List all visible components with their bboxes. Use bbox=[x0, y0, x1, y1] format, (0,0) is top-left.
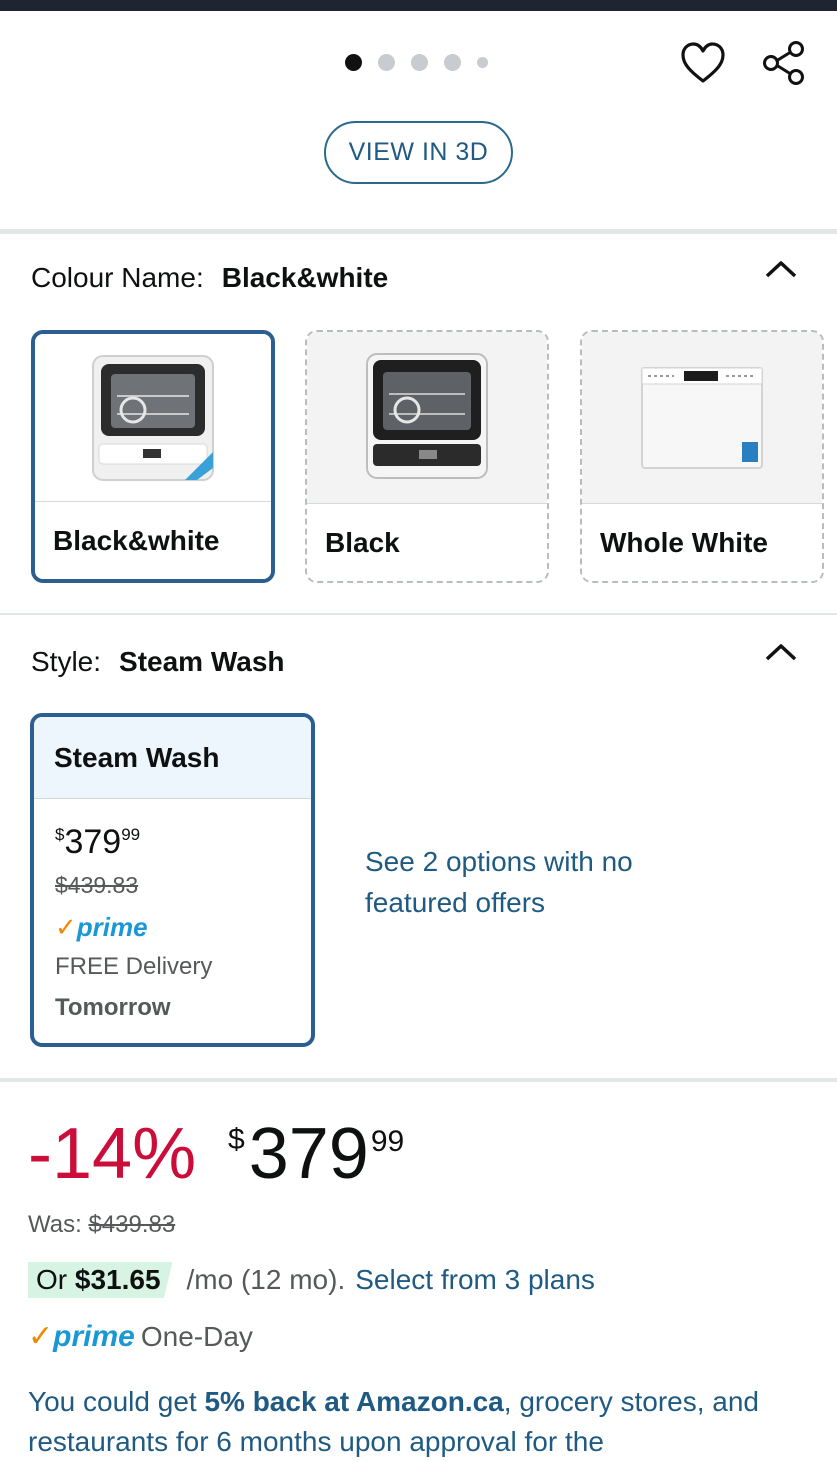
dishwasher-image bbox=[307, 332, 547, 504]
see-more-options-link[interactable]: See 2 options with no featured offers bbox=[365, 841, 665, 923]
was-price: Was: $439.83 bbox=[28, 1211, 175, 1239]
installment-prefix: Or bbox=[36, 1264, 68, 1295]
prime-word: prime bbox=[53, 1319, 135, 1353]
style-label: Style: bbox=[31, 646, 102, 677]
price-whole: 379 bbox=[64, 823, 122, 861]
installment-term: /mo (12 mo). bbox=[186, 1264, 346, 1295]
price-cents: 99 bbox=[370, 1125, 405, 1158]
price-whole: 379 bbox=[248, 1114, 369, 1194]
carousel-dot[interactable] bbox=[378, 54, 395, 71]
status-bar bbox=[0, 0, 837, 11]
section-divider bbox=[0, 229, 837, 234]
installment-amount: $31.65 bbox=[74, 1264, 161, 1295]
colour-selected-value: Black&white bbox=[221, 262, 389, 293]
carousel-dot[interactable] bbox=[477, 57, 488, 68]
style-selected-value: Steam Wash bbox=[119, 646, 285, 677]
swatch-label: Black&white bbox=[35, 501, 271, 579]
colour-swatch-whole-white[interactable]: Whole White bbox=[580, 330, 824, 583]
style-row-label: Style: Steam Wash bbox=[31, 646, 285, 678]
style-card-price: $37999 bbox=[55, 823, 140, 862]
cashback-offer-link[interactable]: You could get 5% back at Amazon.ca, groc… bbox=[28, 1382, 818, 1462]
prime-check-icon: ✓ bbox=[28, 1320, 54, 1353]
installment-badge: Or $31.65 bbox=[28, 1262, 173, 1298]
currency-symbol: $ bbox=[55, 825, 65, 844]
was-value: $439.83 bbox=[88, 1211, 176, 1238]
heart-icon[interactable] bbox=[680, 41, 726, 87]
swatch-label: Black bbox=[307, 503, 547, 581]
swatch-label: Whole White bbox=[582, 503, 822, 581]
style-card-title: Steam Wash bbox=[34, 717, 311, 799]
colour-swatch-black-white[interactable]: Black&white bbox=[31, 330, 275, 583]
carousel-dot[interactable] bbox=[345, 54, 362, 71]
colour-label: Colour Name: bbox=[31, 262, 204, 293]
delivery-text: FREE Delivery bbox=[55, 953, 213, 980]
prime-badge: ✓ prime bbox=[55, 912, 148, 943]
share-icon[interactable] bbox=[760, 39, 808, 87]
carousel-dot[interactable] bbox=[444, 54, 461, 71]
view-in-3d-button[interactable]: VIEW IN 3D bbox=[324, 121, 513, 184]
prime-word: prime bbox=[76, 912, 148, 942]
chevron-up-icon[interactable] bbox=[764, 259, 798, 279]
carousel-dot[interactable] bbox=[411, 54, 428, 71]
currency-symbol: $ bbox=[228, 1123, 245, 1156]
style-card-was-price: $439.83 bbox=[55, 872, 139, 898]
select-plans-link[interactable]: Select from 3 plans bbox=[355, 1264, 595, 1296]
chevron-up-icon[interactable] bbox=[764, 642, 798, 662]
main-price: $379 99 bbox=[228, 1113, 404, 1195]
cashback-pre: You could get bbox=[28, 1386, 197, 1417]
colour-row-label: Colour Name: Black&white bbox=[31, 262, 388, 294]
prime-one-day-row: ✓ prime One-Day bbox=[28, 1319, 253, 1354]
style-option-steam-wash[interactable]: Steam Wash $37999 $439.83 ✓ prime FREE De… bbox=[30, 713, 315, 1047]
installment-row: Or $31.65 /mo (12 mo). Select from 3 pla… bbox=[28, 1262, 595, 1298]
was-label: Was: bbox=[28, 1211, 82, 1238]
dishwasher-image bbox=[582, 332, 822, 504]
cashback-bold: 5% back at Amazon.ca bbox=[204, 1386, 504, 1417]
prime-check-icon: ✓ bbox=[55, 912, 77, 942]
colour-swatch-black[interactable]: Black bbox=[305, 330, 549, 583]
prime-delivery-label: One-Day bbox=[140, 1320, 253, 1352]
discount-percent: -14% bbox=[28, 1114, 197, 1194]
section-divider bbox=[0, 1078, 837, 1082]
dishwasher-image bbox=[35, 334, 271, 506]
delivery-day: Tomorrow bbox=[55, 994, 171, 1021]
price-cents: 99 bbox=[121, 825, 141, 844]
image-carousel-dots[interactable] bbox=[345, 54, 488, 71]
section-divider bbox=[0, 613, 837, 615]
